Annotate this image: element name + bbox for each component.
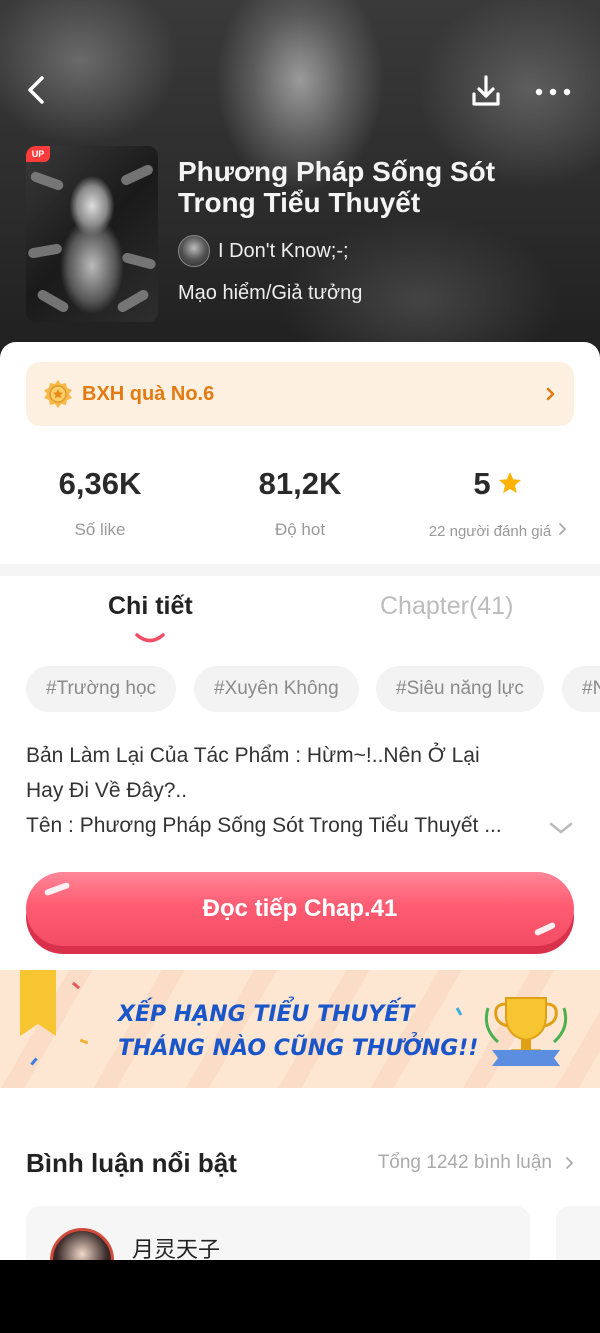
star-icon: [498, 472, 521, 493]
tabs: Chi tiết Chapter(41): [0, 576, 600, 648]
chevron-down-icon[interactable]: [548, 820, 574, 836]
comments-total-link[interactable]: Tổng 1242 bình luận: [378, 1152, 574, 1174]
rating-label-row: 22 người đánh giá: [398, 522, 598, 540]
cover-image: UP: [26, 146, 158, 322]
tag-chip[interactable]: #Siêu năng lực: [376, 666, 544, 712]
author-name: I Don't Know;-;: [218, 239, 349, 262]
description: Bản Làm Lại Của Tác Phẩm : Hừm~!..Nên Ở …: [26, 738, 546, 843]
promo-line: THÁNG NÀO CŨNG THƯỞNG!!: [118, 1036, 479, 1061]
stats-row: 6,36K Số like 81,2K Độ hot 5 22 người đá…: [0, 462, 600, 542]
download-icon: [472, 75, 500, 106]
tab-indicator: [135, 633, 165, 643]
confetti: [79, 1038, 89, 1045]
back-arrow-icon: [28, 76, 44, 104]
tag-chip[interactable]: #Xuyên Không: [194, 666, 359, 712]
up-badge: UP: [26, 146, 50, 162]
section-divider: [0, 564, 600, 576]
confetti: [71, 981, 81, 990]
novel-title: Phương Pháp Sống Sót Trong Tiểu Thuyết: [178, 156, 496, 218]
comments-section-title: Bình luận nổi bật: [26, 1148, 237, 1178]
chevron-right-icon: [546, 387, 555, 401]
confetti: [30, 1057, 38, 1066]
content-panel: BXH quà No.6 6,36K Số like 81,2K Độ hot …: [0, 342, 600, 1260]
hot-stat: 81,2K Độ hot: [200, 462, 400, 540]
tab-chapter[interactable]: Chapter(41): [380, 592, 513, 621]
commenter-name: 月灵天子: [132, 1238, 221, 1260]
genre-label: Mạo hiểm/Giả tưởng: [178, 282, 363, 304]
commenter-avatar: [50, 1228, 114, 1260]
continue-reading-label: Đọc tiếp Chap.41: [202, 895, 398, 922]
comments-total-label: Tổng 1242 bình luận: [377, 1152, 552, 1173]
back-button[interactable]: [20, 70, 56, 110]
chevron-right-icon: [559, 523, 567, 535]
description-line: Hay Đi Về Đây?..: [26, 779, 188, 802]
hero-header: UP Phương Pháp Sống Sót Trong Tiểu Thuyế…: [0, 0, 600, 380]
promo-line: XẾP HẠNG TIỂU THUYẾT: [118, 1002, 415, 1027]
hot-label: Độ hot: [274, 520, 326, 539]
tab-detail[interactable]: Chi tiết: [108, 592, 193, 621]
comment-card[interactable]: [556, 1206, 600, 1260]
description-line: Tên : Phương Pháp Sống Sót Trong Tiểu Th…: [26, 814, 502, 837]
tag-list: #Trường học #Xuyên Không #Siêu năng lực …: [26, 666, 600, 714]
chevron-right-icon: [566, 1157, 573, 1169]
hot-value: 81,2K: [258, 466, 342, 501]
medal-icon: [44, 380, 72, 408]
download-button[interactable]: [466, 72, 506, 112]
likes-value: 6,36K: [58, 466, 142, 501]
promo-banner[interactable]: XẾP HẠNG TIỂU THUYẾT THÁNG NÀO CŨNG THƯỞ…: [0, 970, 600, 1088]
button-face: Đọc tiếp Chap.41: [26, 872, 574, 946]
rating-label: 22 người đánh giá: [428, 523, 552, 540]
likes-label: Số like: [74, 520, 126, 539]
tag-chip[interactable]: #Trường học: [26, 666, 177, 712]
description-line: Bản Làm Lại Của Tác Phẩm : Hừm~!..Nên Ở …: [26, 744, 480, 767]
author-row[interactable]: I Don't Know;-;: [178, 234, 349, 268]
likes-stat: 6,36K Số like: [0, 462, 200, 540]
promo-text: XẾP HẠNG TIỂU THUYẾT THÁNG NÀO CŨNG THƯỞ…: [118, 998, 478, 1066]
more-button[interactable]: [530, 72, 576, 112]
continue-reading-button[interactable]: Đọc tiếp Chap.41: [26, 872, 574, 954]
rating-stat[interactable]: 5 22 người đánh giá: [398, 462, 598, 540]
rank-label: BXH quà No.6: [82, 382, 215, 405]
bookmark-icon: [20, 970, 56, 1036]
trophy-icon: [484, 997, 568, 1066]
rating-value-row: 5: [398, 462, 598, 506]
system-navigation-bar: [0, 1260, 600, 1333]
author-avatar: [178, 235, 210, 267]
novel-detail-screen: UP Phương Pháp Sống Sót Trong Tiểu Thuyế…: [0, 0, 600, 1260]
rank-banner[interactable]: BXH quà No.6: [26, 362, 574, 426]
tag-chip[interactable]: #N: [562, 666, 600, 712]
more-icon: [535, 88, 571, 96]
comment-card[interactable]: 月灵天子: [26, 1206, 530, 1260]
rating-value: 5: [473, 466, 491, 501]
